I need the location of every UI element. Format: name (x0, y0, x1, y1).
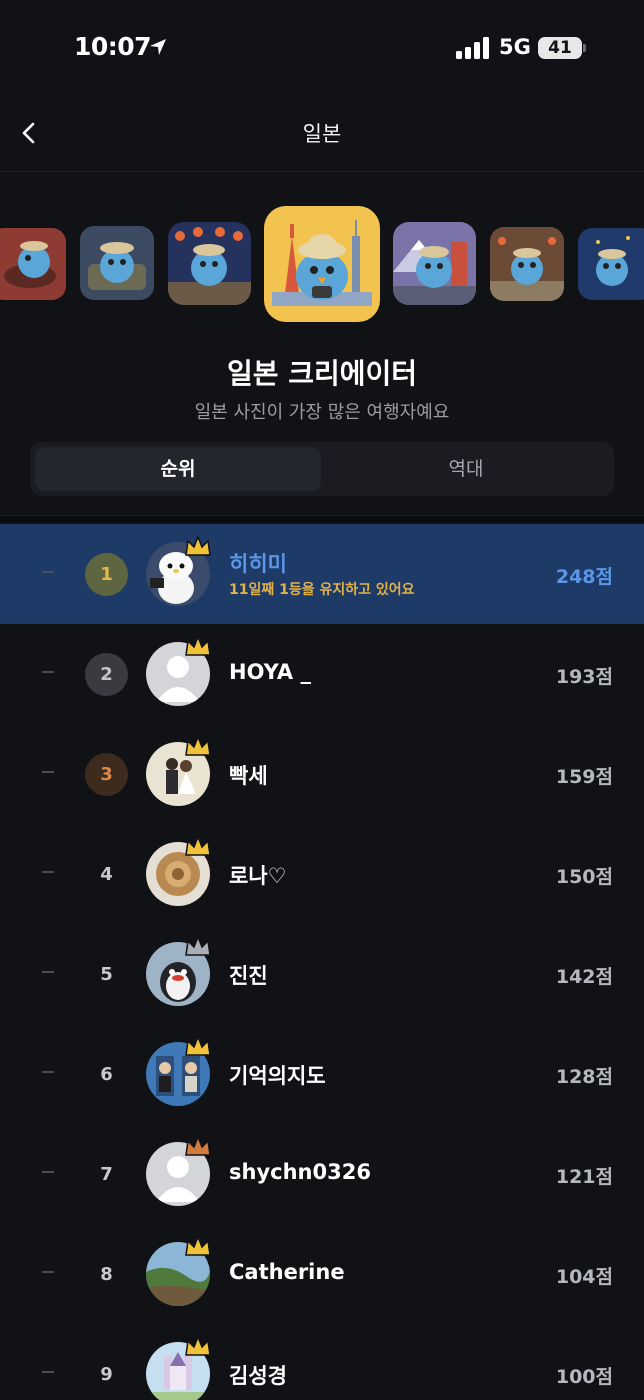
rank-number: 4 (100, 864, 113, 885)
table-row[interactable]: 1 히히미 11일째 1등을 유지하고 있어요 248점 (0, 524, 644, 624)
crown-icon (185, 935, 211, 956)
mount-fuji-badge[interactable] (393, 222, 476, 305)
rank-number: 6 (100, 1064, 113, 1085)
user-name[interactable]: 빡세 (229, 760, 268, 790)
signal-bars-icon (456, 37, 489, 59)
table-row[interactable]: 3 빡세 159점 (0, 724, 644, 824)
user-name[interactable]: Catherine (229, 1260, 345, 1284)
user-name[interactable]: HOYA _ (229, 660, 311, 684)
crown-icon (185, 1035, 211, 1056)
user-score: 142점 (555, 966, 613, 988)
explorer-bird-badge[interactable] (80, 226, 154, 300)
user-name[interactable]: shychn0326 (229, 1160, 371, 1184)
crown-icon (185, 1335, 211, 1356)
user-score: 128점 (555, 1066, 613, 1088)
nav-bar: 일본 (0, 96, 644, 172)
table-row[interactable]: 4 로나♡ 150점 (0, 824, 644, 924)
page-title: 일본 (302, 122, 342, 146)
streak-note: 11일째 1등을 유지하고 있어요 (229, 582, 415, 598)
rank-change-dash (42, 1171, 54, 1173)
crown-icon (185, 835, 211, 856)
location-arrow-icon (150, 39, 166, 55)
table-row[interactable]: 7 shychn0326 121점 (0, 1124, 644, 1224)
user-score: 193점 (555, 666, 613, 688)
user-name[interactable]: 로나♡ (229, 860, 286, 890)
rank-change-dash (42, 1371, 54, 1373)
user-score: 100점 (555, 1366, 613, 1388)
table-row[interactable]: 5 진진 142점 (0, 924, 644, 1024)
crown-icon (185, 735, 211, 756)
section-divider (0, 515, 644, 523)
rank-number: 9 (100, 1364, 113, 1385)
crown-icon (185, 1135, 211, 1156)
user-score: 159점 (555, 766, 613, 788)
crown-icon (185, 635, 211, 656)
rank-change-dash (42, 1071, 54, 1073)
rank-number: 8 (100, 1264, 113, 1285)
rank-change-dash (42, 671, 54, 673)
badge-title: 일본 크리에이터 (226, 357, 418, 390)
user-score: 121점 (555, 1166, 613, 1188)
rank-number: 7 (100, 1164, 113, 1185)
rank-number: 2 (85, 653, 128, 696)
status-bar: 10:07 5G 41 (0, 0, 644, 96)
battery-nub (583, 44, 586, 52)
status-time: 10:07 (74, 32, 152, 61)
table-row[interactable]: 6 기억의지도 128점 (0, 1024, 644, 1124)
user-score: 150점 (555, 866, 613, 888)
user-score: 104점 (555, 1266, 613, 1288)
rank-change-dash (42, 1271, 54, 1273)
old-street-badge[interactable] (490, 227, 564, 301)
battery-icon: 41 (538, 37, 582, 59)
tab-ranking[interactable]: 순위 (35, 447, 321, 491)
table-row[interactable]: 2 HOYA _ 193점 (0, 624, 644, 724)
rank-change-dash (42, 871, 54, 873)
night-bird-badge[interactable] (578, 228, 644, 300)
crown-icon (185, 1235, 211, 1256)
rank-number: 1 (85, 553, 128, 596)
user-name[interactable]: 기억의지도 (229, 1060, 326, 1090)
crown-icon (185, 535, 211, 556)
user-score: 248점 (555, 566, 613, 588)
ranking-tabs: 순위 역대 (30, 442, 614, 496)
rank-change-dash (42, 771, 54, 773)
rank-change-dash (42, 971, 54, 973)
rank-number: 5 (100, 964, 113, 985)
rank-number: 3 (85, 753, 128, 796)
lantern-festival-badge[interactable] (168, 222, 251, 305)
table-row[interactable]: 9 김성경 100점 (0, 1324, 644, 1400)
tokyo-tower-badge[interactable] (264, 206, 380, 322)
tab-all-time[interactable]: 역대 (323, 447, 609, 491)
badge-description: 일본 사진이 가장 많은 여행자예요 (194, 402, 450, 423)
network-label: 5G (499, 35, 531, 59)
ramen-bird-badge[interactable] (0, 228, 66, 300)
table-row[interactable]: 8 Catherine 104점 (0, 1224, 644, 1324)
rank-change-dash (42, 571, 54, 573)
user-name[interactable]: 김성경 (229, 1360, 287, 1390)
user-name[interactable]: 히히미 (229, 548, 287, 578)
user-name[interactable]: 진진 (229, 960, 268, 990)
